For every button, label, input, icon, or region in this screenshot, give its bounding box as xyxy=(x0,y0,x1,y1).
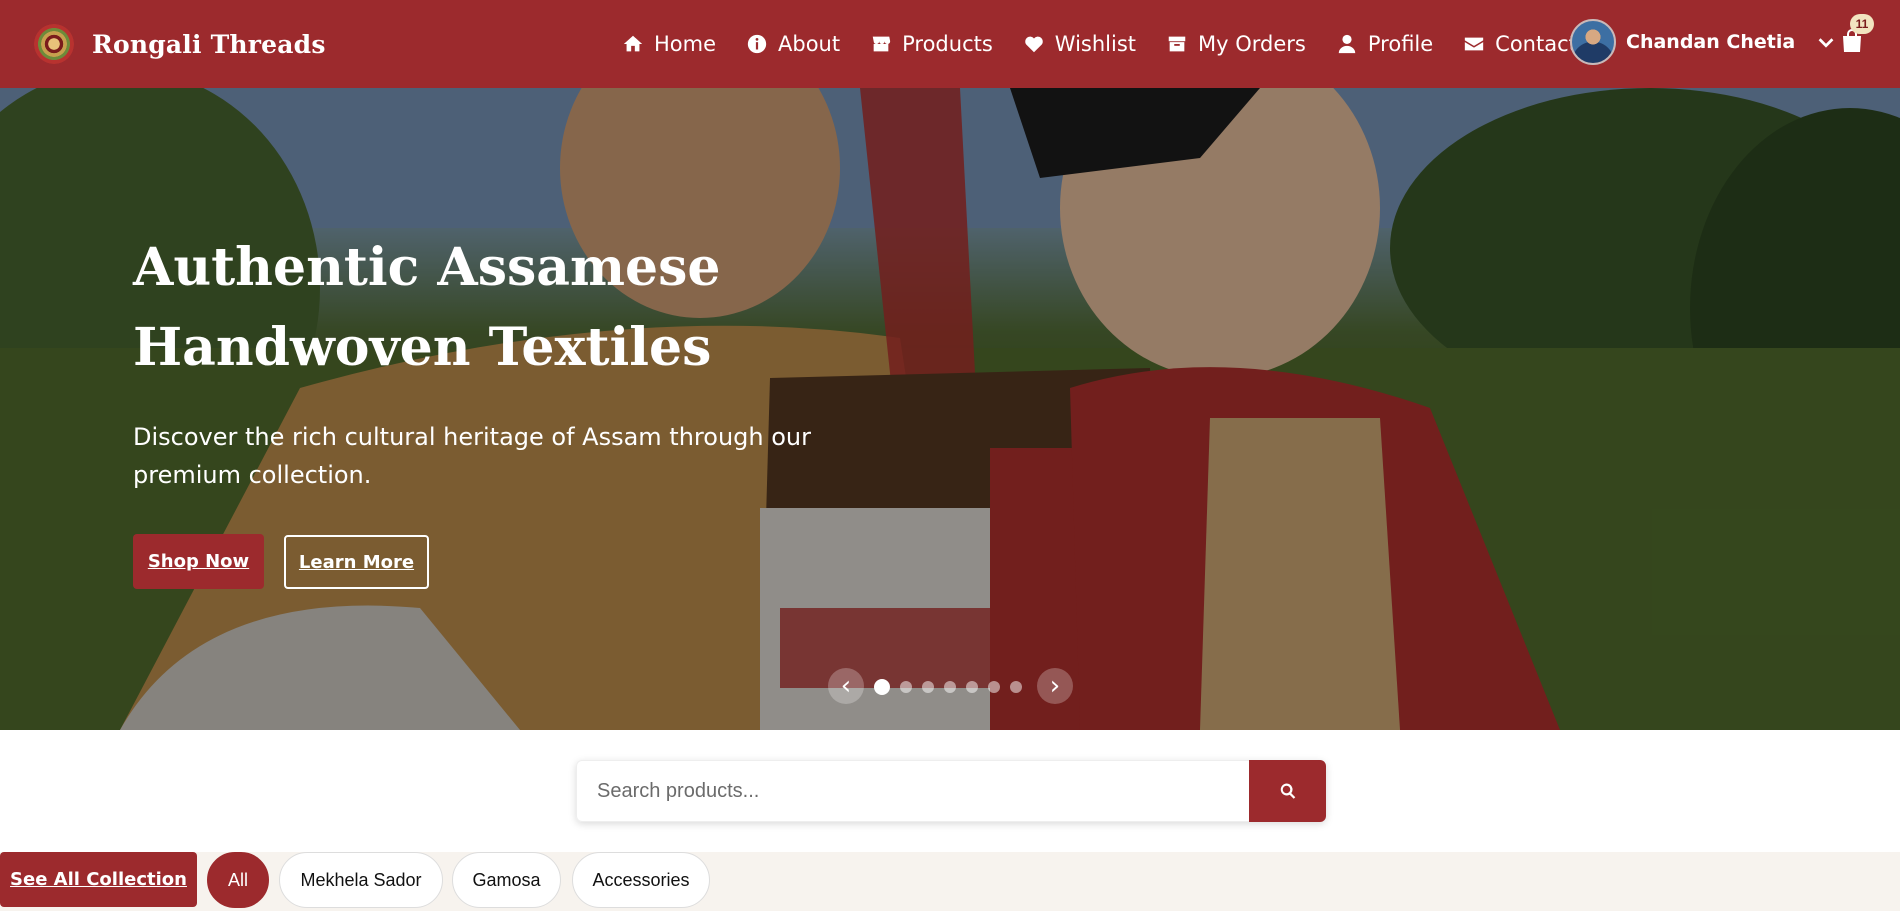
nav-contact[interactable]: Contact xyxy=(1463,32,1577,56)
nav-profile-label: Profile xyxy=(1367,32,1434,56)
hero-overlay xyxy=(0,88,1900,730)
cart-count-badge: 11 xyxy=(1850,14,1874,34)
nav-my-orders[interactable]: My Orders xyxy=(1166,32,1306,56)
avatar xyxy=(1570,19,1616,65)
box-icon xyxy=(1168,36,1186,52)
filter-chip-all[interactable]: All xyxy=(207,852,269,908)
search-input[interactable] xyxy=(576,760,1249,822)
brand[interactable]: Rongali Threads xyxy=(34,24,326,64)
hero-subtitle: Discover the rich cultural heritage of A… xyxy=(133,423,811,489)
filter-chip-mekhela-sador[interactable]: Mekhela Sador xyxy=(279,852,443,908)
user-name: Chandan Chetia xyxy=(1626,31,1796,53)
search-bar xyxy=(576,760,1326,822)
info-icon xyxy=(747,34,767,54)
brand-logo xyxy=(34,24,74,64)
carousel-prev-button[interactable]: ‹ xyxy=(828,668,864,704)
carousel-dot[interactable] xyxy=(988,681,1000,693)
search-button[interactable] xyxy=(1249,760,1326,822)
shop-now-button[interactable]: Shop Now xyxy=(133,534,264,589)
nav-about[interactable]: About xyxy=(746,32,840,56)
filter-chip-gamosa[interactable]: Gamosa xyxy=(452,852,561,908)
carousel-indicators xyxy=(874,679,1032,695)
carousel-dot[interactable] xyxy=(966,681,978,693)
nav-about-label: About xyxy=(778,32,841,56)
envelope-icon xyxy=(1465,37,1484,51)
brand-name: Rongali Threads xyxy=(92,29,326,59)
hero-title: Authentic Assamese Handwoven Textiles xyxy=(133,237,721,378)
carousel-dot[interactable] xyxy=(900,681,912,693)
hero-banner: Authentic Assamese Handwoven Textiles Di… xyxy=(0,88,1900,730)
nav-home[interactable]: Home xyxy=(622,32,716,56)
carousel-dot[interactable] xyxy=(944,681,956,693)
nav-products-label: Products xyxy=(902,32,993,56)
store-icon xyxy=(872,36,891,52)
carousel-dot[interactable] xyxy=(922,681,934,693)
nav-contact-label: Contact xyxy=(1495,32,1577,56)
carousel-dot[interactable] xyxy=(1010,681,1022,693)
navbar: Rongali Threads Home About Products Wish… xyxy=(0,0,1900,88)
nav-wishlist-label: Wishlist xyxy=(1054,32,1137,56)
nav-profile[interactable]: Profile xyxy=(1336,32,1433,56)
carousel-dot[interactable] xyxy=(874,679,890,695)
filter-chip-accessories[interactable]: Accessories xyxy=(572,852,710,908)
learn-more-button[interactable]: Learn More xyxy=(284,535,429,589)
search-icon xyxy=(1280,783,1295,799)
carousel-next-button[interactable]: › xyxy=(1037,668,1073,704)
nav-links: Home About Products Wishlist My Orders P… xyxy=(622,0,1607,88)
chevron-down-icon[interactable] xyxy=(1815,31,1837,53)
see-all-collection-button[interactable]: See All Collection xyxy=(0,852,197,907)
nav-my-orders-label: My Orders xyxy=(1198,32,1306,56)
user-icon xyxy=(1338,34,1356,54)
heart-icon xyxy=(1024,36,1043,53)
nav-wishlist[interactable]: Wishlist xyxy=(1023,32,1136,56)
user-menu[interactable]: Chandan Chetia xyxy=(1570,19,1837,65)
home-icon xyxy=(623,35,643,52)
nav-products[interactable]: Products xyxy=(870,32,993,56)
nav-home-label: Home xyxy=(654,32,717,56)
